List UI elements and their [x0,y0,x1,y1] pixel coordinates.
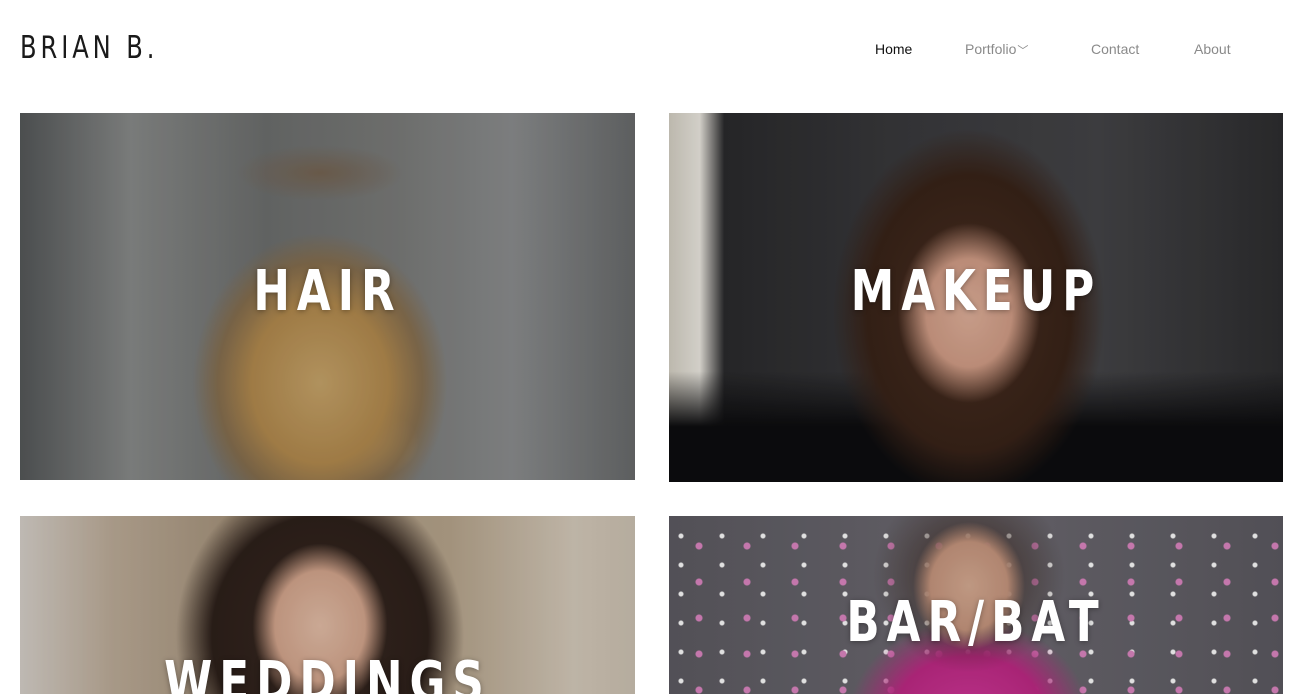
gallery-tile-barbat[interactable]: BAR/BAT [669,516,1283,694]
nav-portfolio-label: Portfolio [965,41,1017,57]
nav-contact[interactable]: Contact [1091,41,1139,57]
chevron-down-icon: ﹀ [1017,45,1029,57]
tile-title: WEDDINGS [164,650,491,694]
nav-portfolio[interactable]: Portfolio﹀ [965,41,1028,58]
gallery-tile-weddings[interactable]: WEDDINGS [20,516,635,694]
tile-title: BAR/BAT [846,590,1106,655]
gallery-tile-hair[interactable]: HAIR [20,113,635,480]
nav-about[interactable]: About [1194,41,1231,57]
gallery-tile-makeup[interactable]: MAKEUP [669,113,1283,482]
main-nav: Home Portfolio﹀ Contact About [0,41,1301,61]
nav-home[interactable]: Home [875,41,912,57]
tile-title: MAKEUP [850,259,1102,324]
tile-title: HAIR [253,259,402,324]
